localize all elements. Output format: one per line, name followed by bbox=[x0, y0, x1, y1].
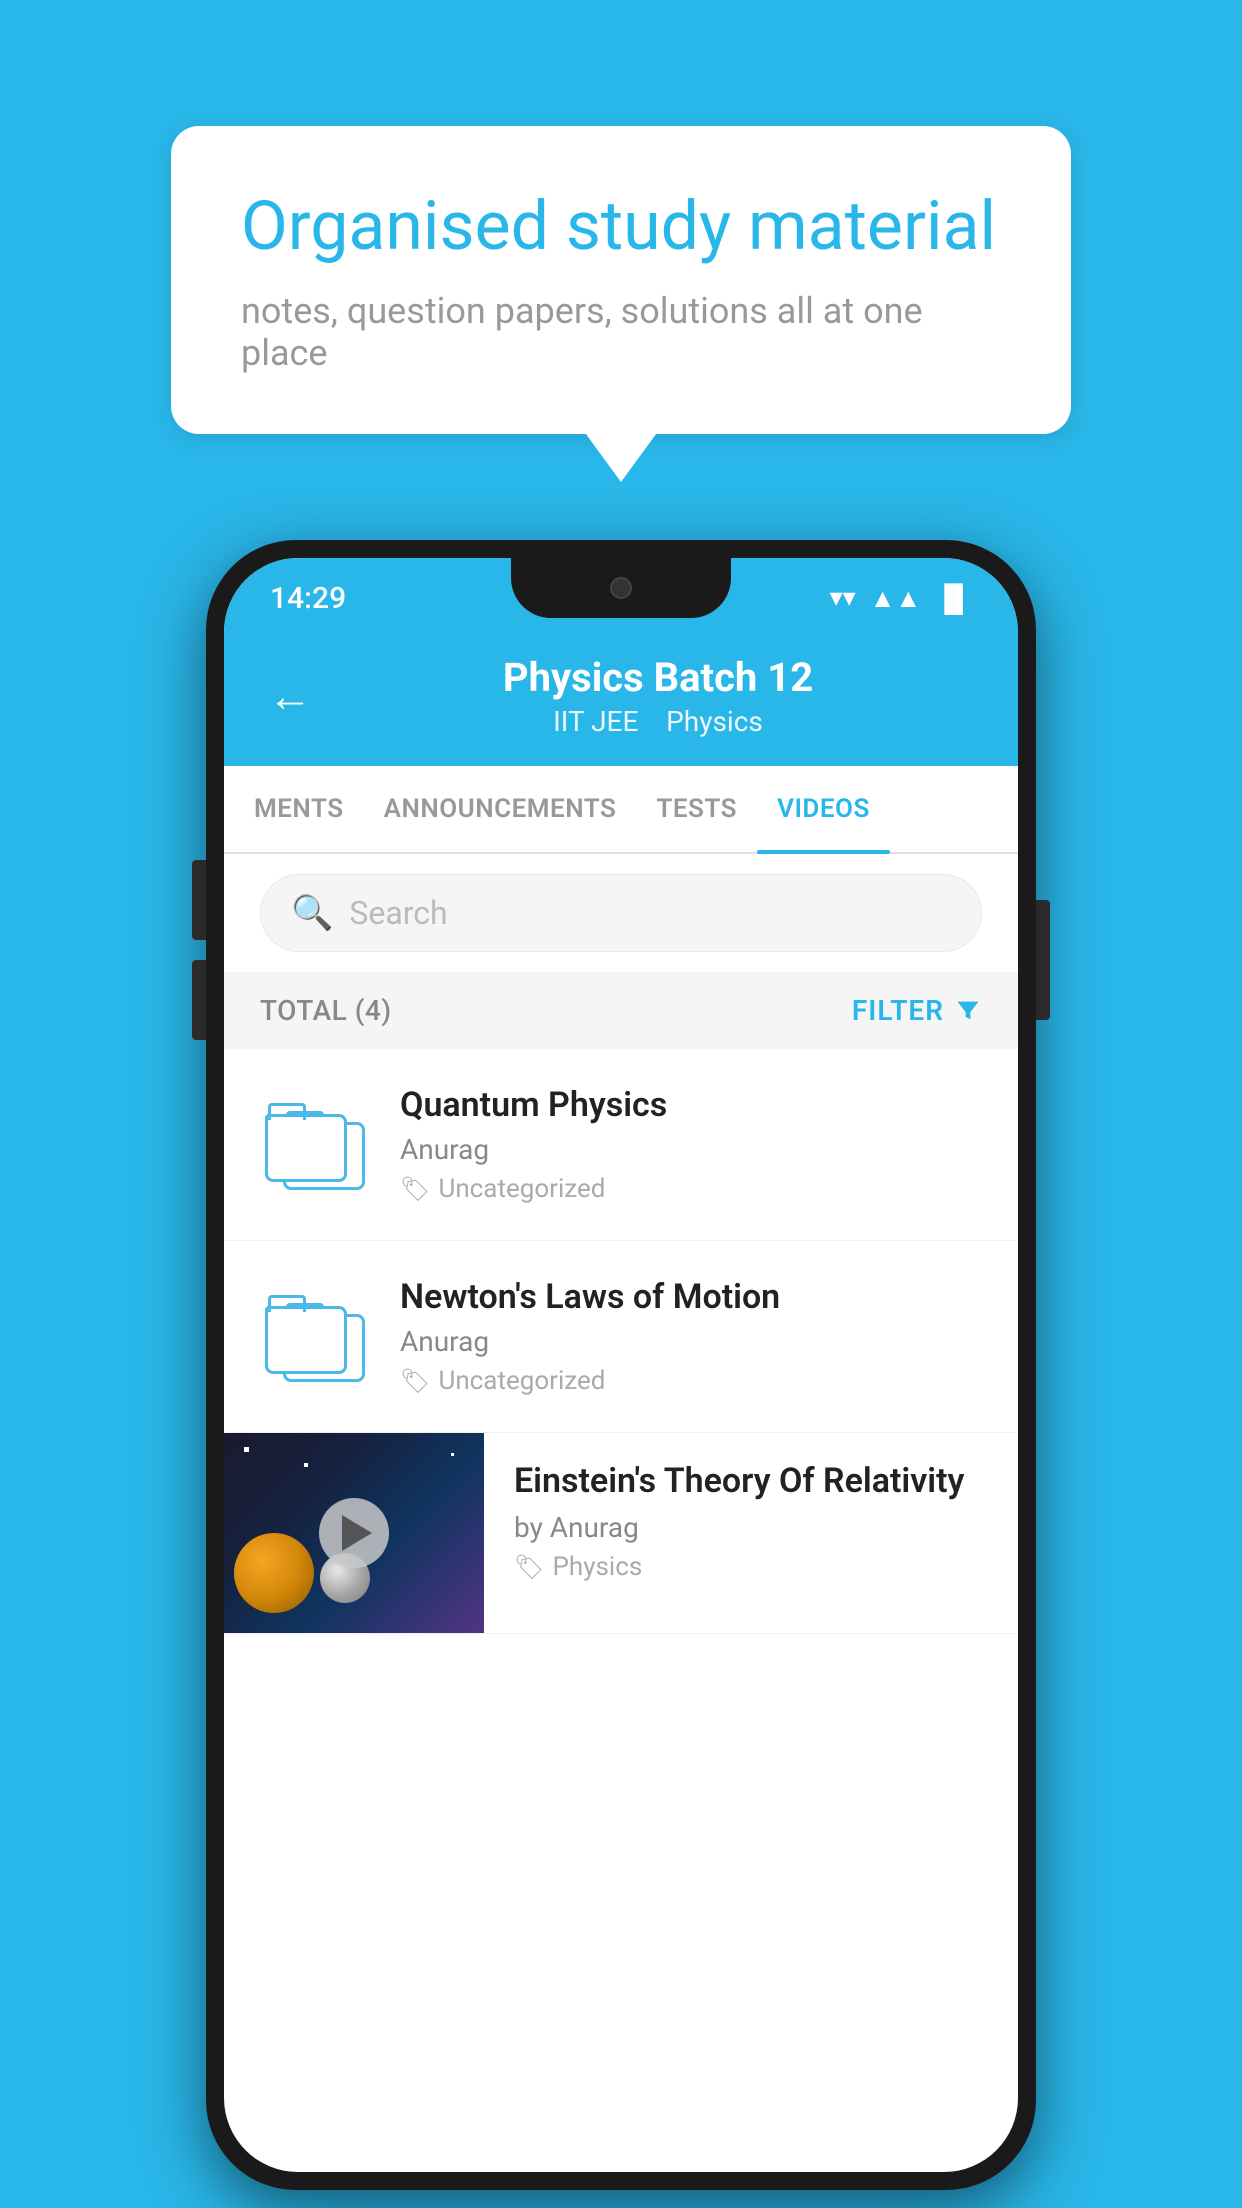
video-info: Newton's Laws of Motion Anurag 🏷 Uncateg… bbox=[400, 1277, 982, 1396]
video-icon-wrap bbox=[260, 1100, 370, 1190]
video-title: Einstein's Theory Of Relativity bbox=[514, 1461, 988, 1501]
volume-down-button bbox=[192, 960, 206, 1040]
back-button[interactable]: ← bbox=[268, 670, 312, 722]
list-item[interactable]: Newton's Laws of Motion Anurag 🏷 Uncateg… bbox=[224, 1241, 1018, 1433]
bubble-subtitle: notes, question papers, solutions all at… bbox=[241, 290, 1001, 374]
list-item[interactable]: Quantum Physics Anurag 🏷 Uncategorized bbox=[224, 1049, 1018, 1241]
video-info: Einstein's Theory Of Relativity by Anura… bbox=[484, 1433, 1018, 1610]
folder-icon bbox=[265, 1100, 365, 1190]
tab-bar: MENTS ANNOUNCEMENTS TESTS VIDEOS bbox=[224, 766, 1018, 854]
total-count: TOTAL (4) bbox=[260, 994, 392, 1027]
subtitle-part2: Physics bbox=[666, 705, 763, 738]
video-info: Quantum Physics Anurag 🏷 Uncategorized bbox=[400, 1085, 982, 1204]
volume-up-button bbox=[192, 860, 206, 940]
tab-videos[interactable]: VIDEOS bbox=[757, 766, 890, 852]
battery-icon: ▐▌ bbox=[935, 583, 972, 614]
list-item[interactable]: Einstein's Theory Of Relativity by Anura… bbox=[224, 1433, 1018, 1634]
play-button[interactable] bbox=[319, 1498, 389, 1568]
search-icon: 🔍 bbox=[291, 893, 333, 933]
status-time: 14:29 bbox=[270, 581, 346, 616]
batch-subtitle: IIT JEE Physics bbox=[342, 705, 974, 738]
tab-ments[interactable]: MENTS bbox=[234, 766, 364, 852]
filter-icon bbox=[954, 997, 982, 1025]
tag-label: Uncategorized bbox=[438, 1174, 605, 1204]
video-icon-wrap bbox=[260, 1292, 370, 1382]
video-author: by Anurag bbox=[514, 1511, 988, 1544]
video-tag: 🏷 Physics bbox=[514, 1552, 988, 1582]
video-author: Anurag bbox=[400, 1133, 982, 1166]
star bbox=[451, 1453, 454, 1456]
bubble-title: Organised study material bbox=[241, 186, 1001, 268]
tag-icon: 🏷 bbox=[400, 1367, 430, 1395]
video-title: Quantum Physics bbox=[400, 1085, 982, 1125]
search-input[interactable]: Search bbox=[349, 894, 447, 932]
subtitle-part1: IIT JEE bbox=[553, 705, 638, 738]
status-icons: ▾▾ ▲▲ ▐▌ bbox=[830, 583, 972, 614]
hero-section: Organised study material notes, question… bbox=[0, 0, 1242, 560]
power-button bbox=[1036, 900, 1050, 1020]
speech-bubble: Organised study material notes, question… bbox=[171, 126, 1071, 434]
phone-outer: 14:29 ▾▾ ▲▲ ▐▌ ← Physics Batch 12 IIT JE… bbox=[206, 540, 1036, 2190]
tag-icon: 🏷 bbox=[514, 1553, 544, 1581]
video-tag: 🏷 Uncategorized bbox=[400, 1174, 982, 1204]
wifi-icon: ▾▾ bbox=[830, 583, 856, 613]
batch-title: Physics Batch 12 bbox=[342, 654, 974, 701]
header-center: Physics Batch 12 IIT JEE Physics bbox=[342, 654, 974, 738]
search-container: 🔍 Search bbox=[224, 854, 1018, 972]
tag-label: Uncategorized bbox=[438, 1366, 605, 1396]
star bbox=[244, 1447, 249, 1452]
video-author: Anurag bbox=[400, 1325, 982, 1358]
signal-icon: ▲▲ bbox=[870, 583, 921, 614]
app-header: ← Physics Batch 12 IIT JEE Physics bbox=[224, 630, 1018, 766]
video-title: Newton's Laws of Motion bbox=[400, 1277, 982, 1317]
phone-mockup: 14:29 ▾▾ ▲▲ ▐▌ ← Physics Batch 12 IIT JE… bbox=[206, 540, 1036, 2190]
video-list: Quantum Physics Anurag 🏷 Uncategorized bbox=[224, 1049, 1018, 1634]
tab-announcements[interactable]: ANNOUNCEMENTS bbox=[364, 766, 637, 852]
filter-row: TOTAL (4) FILTER bbox=[224, 972, 1018, 1049]
filter-label: FILTER bbox=[852, 994, 944, 1027]
play-icon bbox=[342, 1515, 372, 1551]
video-tag: 🏷 Uncategorized bbox=[400, 1366, 982, 1396]
filter-button[interactable]: FILTER bbox=[852, 994, 982, 1027]
video-thumbnail bbox=[224, 1433, 484, 1633]
search-bar[interactable]: 🔍 Search bbox=[260, 874, 982, 952]
tab-tests[interactable]: TESTS bbox=[636, 766, 757, 852]
camera-icon bbox=[610, 577, 632, 599]
phone-notch bbox=[511, 558, 731, 618]
planet-1 bbox=[234, 1533, 314, 1613]
folder-icon bbox=[265, 1292, 365, 1382]
phone-screen: 14:29 ▾▾ ▲▲ ▐▌ ← Physics Batch 12 IIT JE… bbox=[224, 558, 1018, 2172]
tag-icon: 🏷 bbox=[400, 1175, 430, 1203]
tag-label: Physics bbox=[552, 1552, 642, 1582]
star bbox=[304, 1463, 308, 1467]
